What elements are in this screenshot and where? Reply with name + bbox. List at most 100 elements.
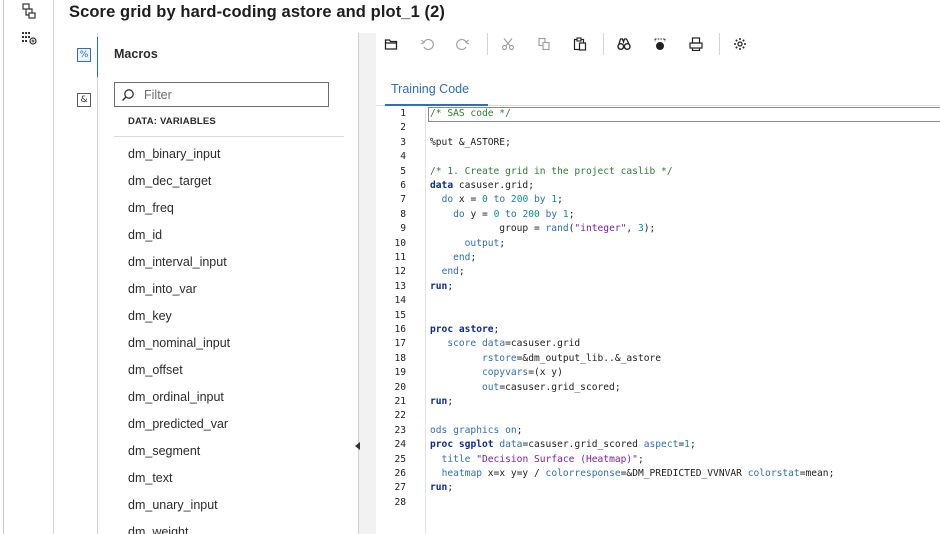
code-line[interactable]: 19 copyvars=(x y) — [376, 366, 940, 380]
line-number: 10 — [394, 237, 406, 249]
line-number: 19 — [394, 367, 406, 379]
line-number: 15 — [394, 309, 406, 321]
code-text: proc sgplot data=casuser.grid_scored asp… — [430, 439, 696, 451]
macro-variable-item[interactable]: dm_nominal_input — [128, 330, 348, 357]
code-line[interactable]: 23 ods graphics on; — [376, 424, 940, 438]
code-line[interactable]: 8 do y = 0 to 200 by 1; — [376, 208, 940, 222]
code-editor[interactable]: 1/* SAS code */2 3 %put &_ASTORE; 4 5/* 1. C… — [376, 107, 940, 534]
code-line[interactable]: 14 — [376, 294, 940, 308]
code-text: end; — [441, 266, 465, 278]
macro-variable-item[interactable]: dm_key — [128, 303, 348, 330]
code-line[interactable]: 4 — [376, 150, 940, 164]
page-title: Score grid by hard-coding astore and plo… — [69, 3, 446, 21]
macro-variable-item[interactable]: dm_freq — [128, 195, 348, 222]
code-text: copyvars=(x y) — [481, 367, 563, 379]
tab-training-code[interactable]: Training Code — [391, 82, 469, 96]
rail-edge — [3, 0, 4, 534]
toolbar-separator — [719, 33, 720, 55]
section-divider — [114, 136, 344, 137]
code-line[interactable]: 3 %put &_ASTORE; — [376, 136, 940, 150]
code-line[interactable]: 25 title "Decision Surface (Heatmap)"; — [376, 453, 940, 467]
redo-icon[interactable] — [452, 33, 474, 55]
code-line[interactable]: 22 — [376, 409, 940, 423]
code-line[interactable]: 26 heatmap x=x y=y / colorresponse=&DM_P… — [376, 467, 940, 481]
macro-variable-item[interactable]: dm_text — [128, 465, 348, 492]
find-icon[interactable] — [613, 33, 635, 55]
line-number: 3 — [400, 136, 406, 148]
macro-variable-item[interactable]: dm_weight — [128, 519, 348, 534]
toolbar-separator — [603, 33, 604, 55]
code-line[interactable]: 15 — [376, 309, 940, 323]
code-line[interactable]: 10 output; — [376, 237, 940, 251]
line-number: 28 — [394, 496, 406, 508]
filter-field[interactable] — [114, 82, 329, 107]
code-text: proc astore; — [430, 324, 500, 335]
code-line[interactable]: 17 score data=casuser.grid — [376, 337, 940, 351]
code-line[interactable]: 11 end; — [376, 251, 940, 265]
code-line[interactable]: 28 — [376, 496, 940, 510]
active-tab-underline — [385, 104, 488, 106]
code-text: rstore=&dm_output_lib..&_astore — [481, 352, 662, 364]
panel-splitter[interactable] — [355, 33, 376, 534]
code-text: run; — [430, 280, 454, 292]
line-number: 8 — [400, 208, 406, 220]
macro-variable-item[interactable]: dm_predicted_var — [128, 411, 348, 438]
line-number: 26 — [394, 468, 406, 479]
code-line[interactable]: 21 run; — [376, 395, 940, 409]
code-text: group = rand("integer", 3); — [430, 223, 656, 235]
print-icon[interactable] — [685, 33, 707, 55]
line-number: 5 — [400, 165, 406, 177]
macro-variable-item[interactable]: dm_binary_input — [128, 141, 348, 168]
macro-variable-list: dm_binary_input dm_dec_target dm_freq dm_id… — [128, 141, 348, 534]
code-text: do y = 0 to 200 by 1; — [453, 208, 575, 220]
tab-macros[interactable]: % — [77, 48, 91, 62]
macro-variable-item[interactable]: dm_dec_target — [128, 168, 348, 195]
section-label: DATA: VARIABLES — [128, 116, 216, 127]
macro-variable-item[interactable]: dm_interval_input — [128, 249, 348, 276]
macro-variable-item[interactable]: dm_segment — [128, 438, 348, 465]
code-line[interactable]: 20 out=casuser.grid_scored; — [376, 381, 940, 395]
line-number: 16 — [394, 324, 406, 335]
code-line[interactable]: 24 proc sgplot data=casuser.grid_scored a… — [376, 438, 940, 452]
macros-tabstrip: % & — [68, 33, 99, 534]
filter-input[interactable] — [144, 86, 324, 104]
code-line[interactable]: 5 /* 1. Create grid in the project caslib… — [376, 165, 940, 179]
open-icon[interactable] — [380, 33, 402, 55]
tab-variables[interactable]: & — [77, 93, 91, 107]
line-number: 13 — [394, 280, 406, 292]
line-number: 11 — [394, 252, 406, 263]
code-line[interactable]: 1 /* SAS code */ — [376, 107, 940, 122]
code-text: %put &_ASTORE; — [430, 136, 511, 148]
macro-variable-item[interactable]: dm_ordinal_input — [128, 384, 348, 411]
code-line[interactable]: 12 end; — [376, 265, 940, 279]
undo-icon[interactable] — [416, 33, 438, 55]
code-line[interactable]: 18 rstore=&dm_output_lib..&_astore — [376, 352, 940, 366]
macro-variable-item[interactable]: dm_offset — [128, 357, 348, 384]
code-line[interactable]: 13 run; — [376, 280, 940, 294]
code-text: score data=casuser.grid — [447, 338, 581, 350]
macro-variable-item[interactable]: dm_into_var — [128, 276, 348, 303]
code-line[interactable]: 2 — [376, 121, 940, 135]
code-text: run; — [430, 396, 454, 407]
copy-icon[interactable] — [533, 33, 555, 55]
macro-variable-item[interactable]: dm_id — [128, 222, 348, 249]
code-line[interactable]: 7 do x = 0 to 200 by 1; — [376, 193, 940, 207]
code-text: heatmap x=x y=y / colorresponse=&DM_PRED… — [441, 468, 835, 479]
line-number: 23 — [394, 424, 406, 436]
code-line[interactable]: 9 group = rand("integer", 3); — [376, 222, 940, 236]
code-line[interactable]: 6 data casuser.grid; — [376, 179, 940, 193]
macro-variable-item[interactable]: dm_unary_input — [128, 492, 348, 519]
code-text: ods graphics on; — [430, 424, 523, 436]
collapse-arrow-icon[interactable] — [355, 442, 360, 450]
code-line[interactable]: 16 proc astore; — [376, 323, 940, 337]
line-number: 1 — [400, 108, 406, 119]
line-number: 21 — [394, 396, 406, 407]
code-line[interactable]: 27 run; — [376, 481, 940, 495]
cut-icon[interactable] — [497, 33, 519, 55]
variables-grid-icon[interactable] — [21, 30, 37, 46]
clear-icon[interactable] — [649, 33, 671, 55]
line-number: 14 — [394, 295, 406, 307]
paste-icon[interactable] — [569, 33, 591, 55]
settings-icon[interactable] — [729, 33, 751, 55]
flow-toggle-icon[interactable] — [21, 3, 37, 19]
